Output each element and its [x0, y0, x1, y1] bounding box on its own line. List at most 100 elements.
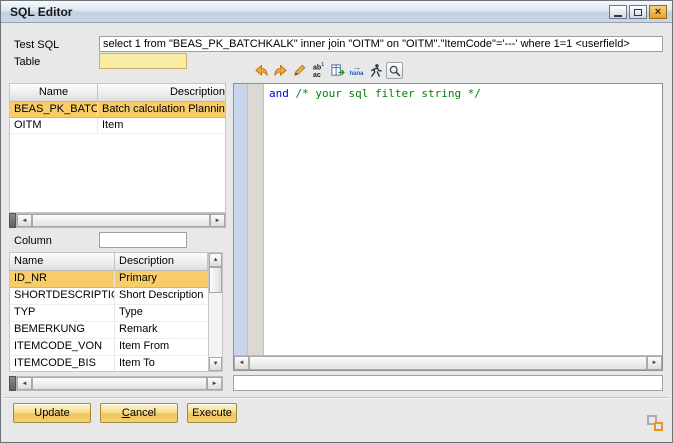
bottom-divider [4, 397, 669, 399]
edit-button[interactable] [291, 62, 308, 79]
table-row[interactable]: OITM Item [10, 118, 225, 134]
column-description-cell: Short Description [115, 288, 208, 304]
scroll-right-button[interactable]: ► [207, 377, 222, 390]
column-name-cell: TYP [10, 305, 115, 321]
table-name-cell: BEAS_PK_BATCHKALK [10, 102, 98, 117]
editor-margin-gray [248, 84, 264, 355]
sql-code-editor: and /* your sql filter string */ ◄ ► [233, 83, 663, 371]
tables-header-name[interactable]: Name [10, 84, 98, 102]
minimize-button[interactable] [609, 5, 627, 19]
column-row[interactable]: ITEMCODE_BIS Item To [10, 356, 208, 372]
cancel-button[interactable]: Cancel [100, 403, 178, 423]
table-description-cell: Batch calculation Planning [98, 102, 225, 117]
column-row[interactable]: TYP Type [10, 305, 208, 322]
scroll-thumb[interactable] [32, 214, 210, 227]
tables-grid: Name Description BEAS_PK_BATCHKALK Batch… [9, 83, 226, 213]
code-area[interactable]: and /* your sql filter string */ [264, 84, 662, 355]
run-button[interactable] [367, 62, 384, 79]
scroll-left-icon: ◄ [239, 360, 245, 366]
tables-grid-hscrollbar[interactable]: ◄ ► [16, 213, 226, 228]
scroll-thumb[interactable] [209, 267, 222, 293]
replace-icon: ab1 ac [313, 62, 324, 78]
minimize-icon [614, 15, 622, 17]
scroll-left-button[interactable]: ◄ [17, 377, 32, 390]
column-name-cell: ITEMCODE_VON [10, 339, 115, 355]
titlebar[interactable]: SQL Editor × [1, 1, 672, 23]
code-editor-main: and /* your sql filter string */ [234, 84, 662, 355]
search-button[interactable] [386, 62, 403, 79]
scroll-left-icon: ◄ [22, 381, 28, 387]
cancel-button-label: ancel [130, 407, 156, 419]
resize-grip[interactable] [647, 415, 663, 431]
splitter-grip[interactable] [9, 376, 16, 391]
column-name-cell: BEMERKUNG [10, 322, 115, 338]
undo-button[interactable] [253, 62, 270, 79]
restore-icon [634, 9, 642, 16]
window-controls: × [609, 5, 667, 19]
scroll-down-button[interactable]: ▼ [209, 357, 222, 371]
editor-toolbar: ab1 ac → hana [253, 61, 403, 80]
scroll-thumb[interactable] [32, 377, 207, 390]
pencil-icon [292, 63, 307, 78]
table-label: Table [14, 56, 40, 68]
editor-hscrollbar[interactable]: ◄ ► [234, 355, 662, 370]
columns-grid: Name Description ID_NR Primary SHORTDESC… [9, 252, 223, 372]
scroll-right-icon: ► [215, 218, 221, 224]
scroll-thumb[interactable] [249, 356, 647, 370]
column-input[interactable] [99, 232, 187, 248]
to-hana-icon: → hana [349, 64, 363, 78]
column-label: Column [14, 235, 52, 247]
columns-grid-hscrollbar[interactable]: ◄ ► [16, 376, 223, 391]
scroll-right-button[interactable]: ► [647, 356, 662, 370]
sql-keyword: and [269, 87, 296, 100]
column-row[interactable]: ID_NR Primary [10, 271, 208, 288]
tables-grid-header: Name Description [10, 84, 225, 102]
table-row[interactable]: BEAS_PK_BATCHKALK Batch calculation Plan… [10, 102, 225, 118]
sql-comment: /* your sql filter string */ [296, 87, 481, 100]
resize-grip-accent [654, 422, 663, 431]
scroll-up-icon: ▲ [213, 257, 219, 263]
columns-header-name[interactable]: Name [10, 253, 115, 271]
update-button[interactable]: Update [13, 403, 91, 423]
restore-button[interactable] [629, 5, 647, 19]
scroll-track[interactable] [209, 293, 222, 357]
columns-header-description[interactable]: Description [115, 253, 208, 271]
column-row[interactable]: SHORTDESCRIPTION Short Description [10, 288, 208, 305]
running-man-icon [368, 63, 383, 78]
scroll-right-icon: ► [212, 381, 218, 387]
columns-grid-header: Name Description [10, 253, 208, 271]
column-row[interactable]: BEMERKUNG Remark [10, 322, 208, 339]
bottom-text-input[interactable] [233, 375, 663, 391]
column-row[interactable]: ITEMCODE_VON Item From [10, 339, 208, 356]
redo-button[interactable] [272, 62, 289, 79]
test-sql-input[interactable] [99, 36, 663, 52]
scroll-up-button[interactable]: ▲ [209, 253, 222, 267]
splitter-grip[interactable] [9, 213, 16, 228]
to-hana-button[interactable]: → hana [348, 62, 365, 79]
column-description-cell: Remark [115, 322, 208, 338]
update-button-label: Update [34, 407, 69, 419]
column-name-cell: ID_NR [10, 271, 115, 287]
test-sql-label: Test SQL [14, 39, 59, 51]
replace-button[interactable]: ab1 ac [310, 62, 327, 79]
table-input[interactable] [99, 53, 187, 69]
redo-icon [273, 63, 288, 78]
column-name-cell: ITEMCODE_BIS [10, 356, 115, 372]
undo-icon [254, 63, 269, 78]
tables-header-description[interactable]: Description [98, 84, 226, 102]
editor-margin-blue [234, 84, 248, 355]
execute-button-label: Execute [192, 407, 232, 419]
columns-grid-vscrollbar[interactable]: ▲ ▼ [208, 253, 222, 371]
scroll-right-icon: ► [652, 360, 658, 366]
scroll-left-button[interactable]: ◄ [17, 214, 32, 227]
column-description-cell: Item From [115, 339, 208, 355]
execute-button[interactable]: Execute [187, 403, 237, 423]
close-icon: × [655, 7, 661, 18]
scroll-left-icon: ◄ [22, 218, 28, 224]
close-button[interactable]: × [649, 5, 667, 19]
scroll-right-button[interactable]: ► [210, 214, 225, 227]
column-description-cell: Item To [115, 356, 208, 372]
sql-editor-window: SQL Editor × Test SQL Table ab1 ac [0, 0, 673, 443]
scroll-left-button[interactable]: ◄ [234, 356, 249, 370]
export-table-button[interactable] [329, 62, 346, 79]
